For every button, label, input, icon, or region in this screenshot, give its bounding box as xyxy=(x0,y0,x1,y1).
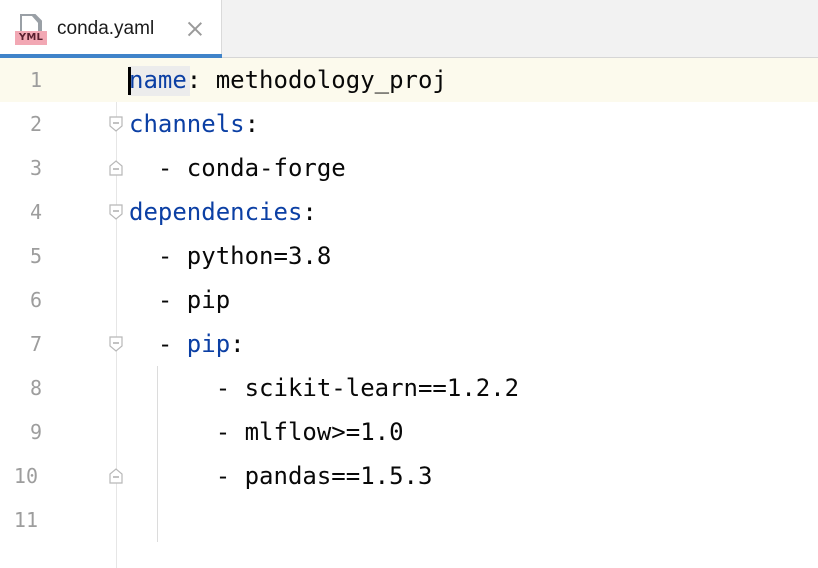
code-line[interactable]: 6 - pip xyxy=(0,278,818,322)
code-text: - conda-forge xyxy=(129,154,346,182)
code-text: - scikit-learn==1.2.2 xyxy=(129,374,520,402)
code-line[interactable]: 3 - conda-forge xyxy=(0,146,818,190)
code-line[interactable]: 9 - mlflow>=1.0 xyxy=(0,410,818,454)
yaml-key: pip xyxy=(186,330,231,358)
code-editor[interactable]: 1 name: methodology_proj 2 channels: 3 -… xyxy=(0,58,818,568)
yaml-file-icon-label: YML xyxy=(15,31,47,45)
code-text: dependencies: xyxy=(129,190,317,234)
yaml-value: : xyxy=(244,110,260,138)
yaml-value: : methodology_proj xyxy=(186,66,447,94)
yaml-value: : xyxy=(230,330,245,358)
yaml-key: channels xyxy=(129,110,245,138)
list-marker: - xyxy=(129,330,187,358)
fold-open-icon[interactable] xyxy=(107,335,125,353)
yaml-key: name xyxy=(129,66,187,94)
fold-open-icon[interactable] xyxy=(107,115,125,133)
line-number: 3 xyxy=(29,156,42,180)
tab-title: conda.yaml xyxy=(57,18,155,39)
line-number: 11 xyxy=(13,508,38,532)
code-line[interactable]: 7 - pip: xyxy=(0,322,818,366)
tab-conda-yaml[interactable]: YML conda.yaml xyxy=(0,0,222,59)
line-number: 5 xyxy=(29,244,42,268)
code-line[interactable]: 4 dependencies: xyxy=(0,190,818,234)
line-number: 8 xyxy=(29,376,42,400)
code-text: - pandas==1.5.3 xyxy=(129,462,433,490)
code-line[interactable]: 11 xyxy=(0,498,818,542)
fold-end-icon[interactable] xyxy=(107,467,125,485)
line-number: 4 xyxy=(29,200,42,224)
fold-end-icon[interactable] xyxy=(107,159,125,177)
yaml-key: dependencies xyxy=(129,198,303,226)
tab-bar: YML conda.yaml xyxy=(0,0,818,59)
code-text: - mlflow>=1.0 xyxy=(129,418,404,446)
code-line[interactable]: 5 - python=3.8 xyxy=(0,234,818,278)
yaml-value: : xyxy=(302,198,317,226)
line-number: 10 xyxy=(13,464,38,488)
code-line[interactable]: 10 - pandas==1.5.3 xyxy=(0,454,818,498)
code-text: - pip xyxy=(129,286,231,314)
close-tab-icon[interactable] xyxy=(186,20,204,38)
yaml-file-icon: YML xyxy=(15,14,49,46)
line-number: 7 xyxy=(29,332,42,356)
code-line[interactable]: 8 - scikit-learn==1.2.2 xyxy=(0,366,818,410)
line-number: 2 xyxy=(29,112,42,136)
line-number: 6 xyxy=(29,288,42,312)
code-line[interactable]: 1 name: methodology_proj xyxy=(0,58,818,102)
code-line[interactable]: 2 channels: xyxy=(0,102,818,146)
indent-guide xyxy=(157,366,158,542)
code-text: name: methodology_proj xyxy=(129,58,447,102)
code-text: - python=3.8 xyxy=(129,242,332,270)
code-text: - pip: xyxy=(129,322,245,366)
line-number: 1 xyxy=(29,68,42,92)
text-caret xyxy=(128,67,131,95)
fold-open-icon[interactable] xyxy=(107,203,125,221)
line-number: 9 xyxy=(29,420,42,444)
editor-window: YML conda.yaml 1 name: methodology_proj … xyxy=(0,0,818,568)
code-text: channels: xyxy=(129,102,259,146)
